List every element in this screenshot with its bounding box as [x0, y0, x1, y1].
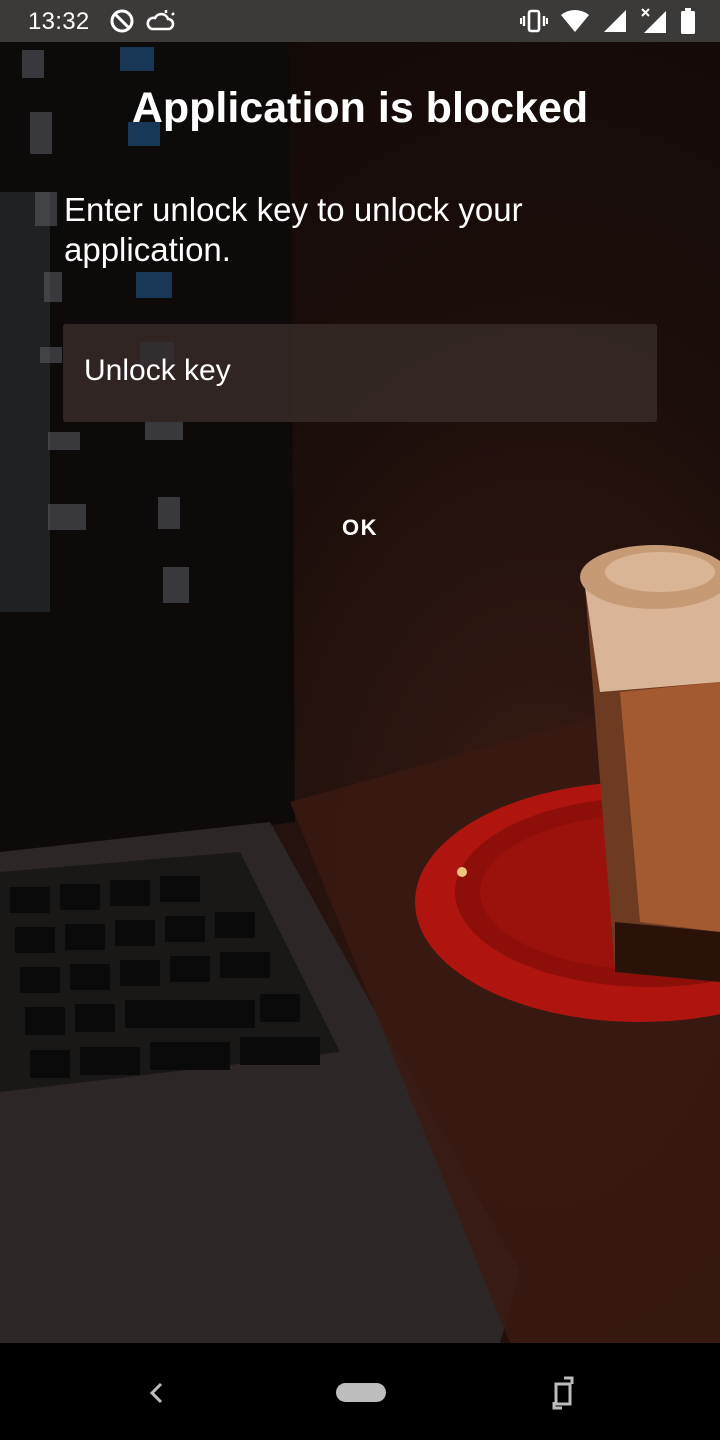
status-left-icons — [108, 7, 176, 35]
unlock-key-field[interactable] — [63, 324, 657, 422]
battery-icon — [680, 7, 696, 35]
signal-no-data-icon — [640, 7, 668, 35]
navigation-bar — [0, 1343, 720, 1440]
wifi-icon — [560, 8, 590, 34]
unlock-instructions: Enter unlock key to unlock your applicat… — [64, 191, 523, 268]
status-time: 13:32 — [28, 8, 90, 35]
do-not-disturb-icon — [108, 7, 136, 35]
signal-icon — [602, 8, 628, 34]
status-bar: 13:32 — [0, 0, 720, 42]
partly-cloudy-icon — [146, 7, 176, 35]
rotate-icon[interactable] — [550, 1376, 578, 1415]
status-right-icons — [520, 7, 696, 35]
back-icon[interactable] — [146, 1381, 166, 1410]
vibrate-icon — [520, 8, 548, 34]
unlock-key-input[interactable] — [84, 354, 644, 388]
ok-button[interactable]: OK — [310, 502, 410, 554]
page-title: Application is blocked — [131, 84, 589, 132]
home-pill[interactable] — [336, 1383, 386, 1402]
